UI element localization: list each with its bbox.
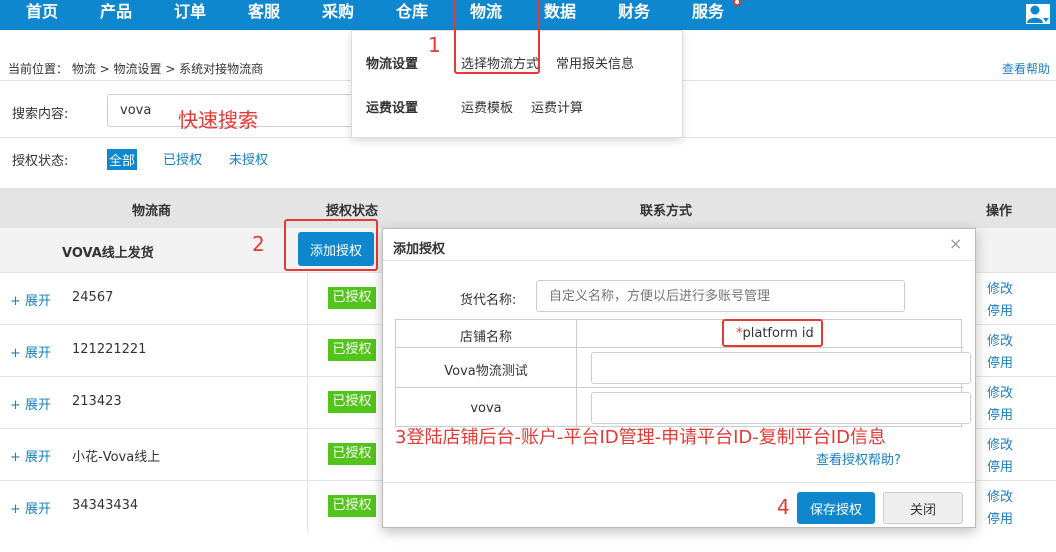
store-name-cell: Vova物流测试 (444, 364, 528, 379)
add-authorization-dialog: 添加授权 × 货代名称: 店铺名称 *platform id Vova物流测试 … (382, 228, 976, 528)
provider-account-name: 213423 (72, 394, 122, 409)
nav-service[interactable]: 服务 (688, 0, 728, 30)
expand-link[interactable]: + 展开 (10, 342, 51, 361)
column-divider (307, 273, 308, 325)
annotation-number-1: 1 (428, 33, 441, 57)
step3-annotation: 3登陆店铺后台-账户-平台ID管理-申请平台ID-复制平台ID信息 (395, 427, 886, 448)
menu-group-logistics-settings: 物流设置 (366, 57, 419, 72)
filter-unauthorized[interactable]: 未授权 (229, 149, 268, 168)
provider-account-name: 34343434 (72, 498, 139, 513)
authorized-badge: 已授权 (328, 495, 376, 517)
breadcrumb: 当前位置： 物流 > 物流设置 > 系统对接物流商 (8, 62, 264, 76)
user-icon[interactable] (1026, 4, 1050, 24)
view-help-link[interactable]: 查看帮助 (1002, 60, 1050, 77)
nav-data[interactable]: 数据 (540, 0, 580, 30)
provider-group-name: VOVA线上发货 (62, 246, 154, 261)
platform-id-input[interactable] (591, 352, 971, 384)
disable-link[interactable]: 停用 (987, 404, 1013, 423)
nav-customer-service[interactable]: 客服 (244, 0, 284, 30)
nav-warehouse[interactable]: 仓库 (392, 0, 432, 30)
nav-finance[interactable]: 财务 (614, 0, 654, 30)
menu-group-freight-settings: 运费设置 (366, 101, 419, 116)
store-platform-id-table: 店铺名称 *platform id Vova物流测试 vova (395, 319, 971, 428)
provider-account-name: 小花-Vova线上 (72, 450, 161, 465)
annotation-box-step2 (284, 219, 378, 271)
store-name-cell: vova (470, 401, 502, 416)
menu-item-freight-template[interactable]: 运费模板 (461, 97, 513, 116)
authorized-badge: 已授权 (328, 287, 376, 309)
nav-products[interactable]: 产品 (96, 0, 136, 30)
save-authorization-button[interactable]: 保存授权 (797, 492, 875, 524)
disable-link[interactable]: 停用 (987, 508, 1013, 527)
platform-id-input[interactable] (591, 392, 971, 424)
nav-orders[interactable]: 订单 (170, 0, 210, 30)
menu-item-freight-calculation[interactable]: 运费计算 (531, 97, 583, 116)
expand-link[interactable]: + 展开 (10, 394, 51, 413)
disable-link[interactable]: 停用 (987, 352, 1013, 371)
nav-home[interactable]: 首页 (22, 0, 62, 30)
expand-link[interactable]: + 展开 (10, 290, 51, 309)
disable-link[interactable]: 停用 (987, 300, 1013, 319)
dialog-header: 添加授权 × (383, 229, 975, 261)
agent-name-input[interactable] (536, 280, 905, 312)
edit-link[interactable]: 修改 (987, 382, 1013, 401)
annotation-number-4: 4 (777, 495, 790, 519)
search-label: 搜索内容: (12, 107, 69, 122)
authorized-badge: 已授权 (328, 391, 376, 413)
column-divider (307, 429, 308, 481)
table-divider (396, 347, 963, 348)
header-operations: 操作 (986, 204, 1013, 219)
filter-authorized[interactable]: 已授权 (163, 149, 202, 168)
auth-status-filter-label: 授权状态: (12, 154, 69, 169)
edit-link[interactable]: 修改 (987, 486, 1013, 505)
filter-all[interactable]: 全部 (107, 149, 138, 170)
close-icon[interactable]: × (949, 234, 962, 253)
table-divider (396, 387, 963, 388)
edit-link[interactable]: 修改 (987, 278, 1013, 297)
column-divider (307, 481, 308, 533)
table-header: 物流商 授权状态 联系方式 操作 (0, 188, 1056, 228)
edit-link[interactable]: 修改 (987, 434, 1013, 453)
provider-account-name: 24567 (72, 290, 114, 305)
dialog-title: 添加授权 (393, 242, 446, 257)
expand-link[interactable]: + 展开 (10, 446, 51, 465)
table-divider (576, 320, 577, 428)
expand-link[interactable]: + 展开 (10, 498, 51, 517)
agent-name-label: 货代名称: (460, 293, 517, 308)
annotation-box-step1-overlay (454, 0, 540, 74)
quick-search-annotation: 快速搜索 (178, 108, 258, 132)
annotation-number-2: 2 (252, 232, 265, 256)
header-provider: 物流商 (132, 204, 172, 219)
disable-link[interactable]: 停用 (987, 456, 1013, 475)
header-contact: 联系方式 (640, 204, 693, 219)
store-name-column-header: 店铺名称 (459, 330, 512, 345)
dialog-footer-divider (383, 482, 975, 483)
nav-purchasing[interactable]: 采购 (318, 0, 358, 30)
close-dialog-button[interactable]: 关闭 (883, 492, 963, 524)
provider-account-name: 121221221 (72, 342, 147, 357)
notification-dot-icon (733, 0, 741, 6)
edit-link[interactable]: 修改 (987, 330, 1013, 349)
column-divider (307, 325, 308, 377)
column-divider (307, 377, 308, 429)
authorized-badge: 已授权 (328, 443, 376, 465)
authorization-help-link[interactable]: 查看授权帮助? (816, 449, 901, 468)
authorized-badge: 已授权 (328, 339, 376, 361)
annotation-box-platform-id (722, 319, 823, 347)
menu-item-customs-info[interactable]: 常用报关信息 (556, 53, 634, 72)
header-auth-status: 授权状态 (326, 204, 379, 219)
